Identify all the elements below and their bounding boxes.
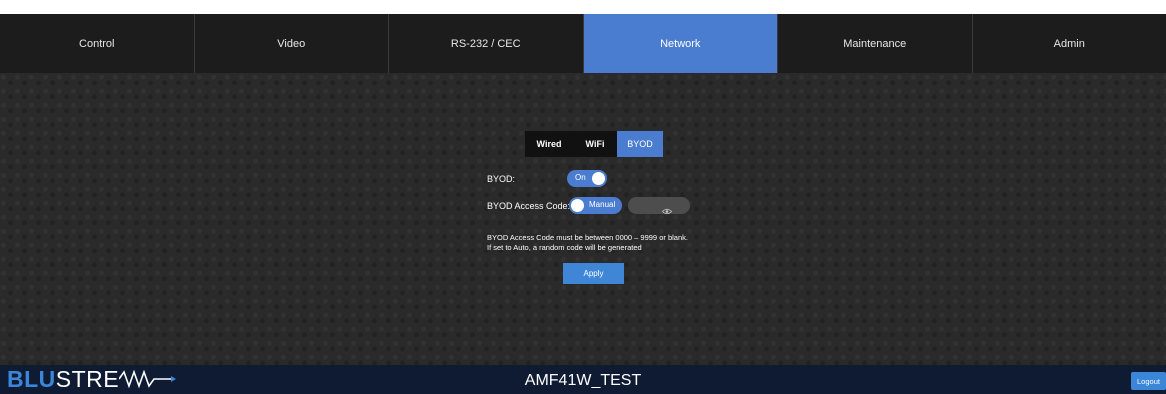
info-line: If set to Auto, a random code will be ge… [487,243,642,252]
byod-toggle[interactable]: On [567,170,607,187]
footer: BLU STRE AMF41W_TEST Logout [0,365,1166,394]
subtab-wired[interactable]: Wired [525,131,573,157]
tab-video[interactable]: Video [195,14,389,73]
logout-button[interactable]: Logout [1131,372,1166,390]
network-subtabs: Wired WiFi BYOD [525,131,663,157]
tab-admin[interactable]: Admin [973,14,1166,73]
tab-control[interactable]: Control [0,14,195,73]
access-code-mode-toggle[interactable]: Manual [569,197,622,214]
top-strip [0,0,1166,14]
tab-rs232-cec[interactable]: RS-232 / CEC [389,14,584,73]
device-name: AMF41W_TEST [524,372,642,389]
access-code-mode-label: Manual [589,200,616,209]
subtab-wifi[interactable]: WiFi [573,131,617,157]
toggle-knob [571,199,584,212]
subtab-byod[interactable]: BYOD [617,131,663,157]
network-panel: Wired WiFi BYOD BYOD: On BYOD Access Cod… [0,73,1166,365]
main-nav: Control Video RS-232 / CEC Network Maint… [0,14,1166,73]
access-code-input[interactable] [628,197,690,215]
access-code-info: BYOD Access Code must be between 0000 – … [487,233,688,253]
apply-button[interactable]: Apply [563,263,624,284]
byod-toggle-label: On [575,173,586,182]
tab-maintenance[interactable]: Maintenance [778,14,973,73]
tab-network[interactable]: Network [583,14,778,73]
toggle-knob [592,172,605,185]
info-line: BYOD Access Code must be between 0000 – … [487,233,688,242]
access-code-label: BYOD Access Code: [487,201,571,211]
eye-icon[interactable] [661,202,673,215]
byod-label: BYOD: [487,174,516,184]
